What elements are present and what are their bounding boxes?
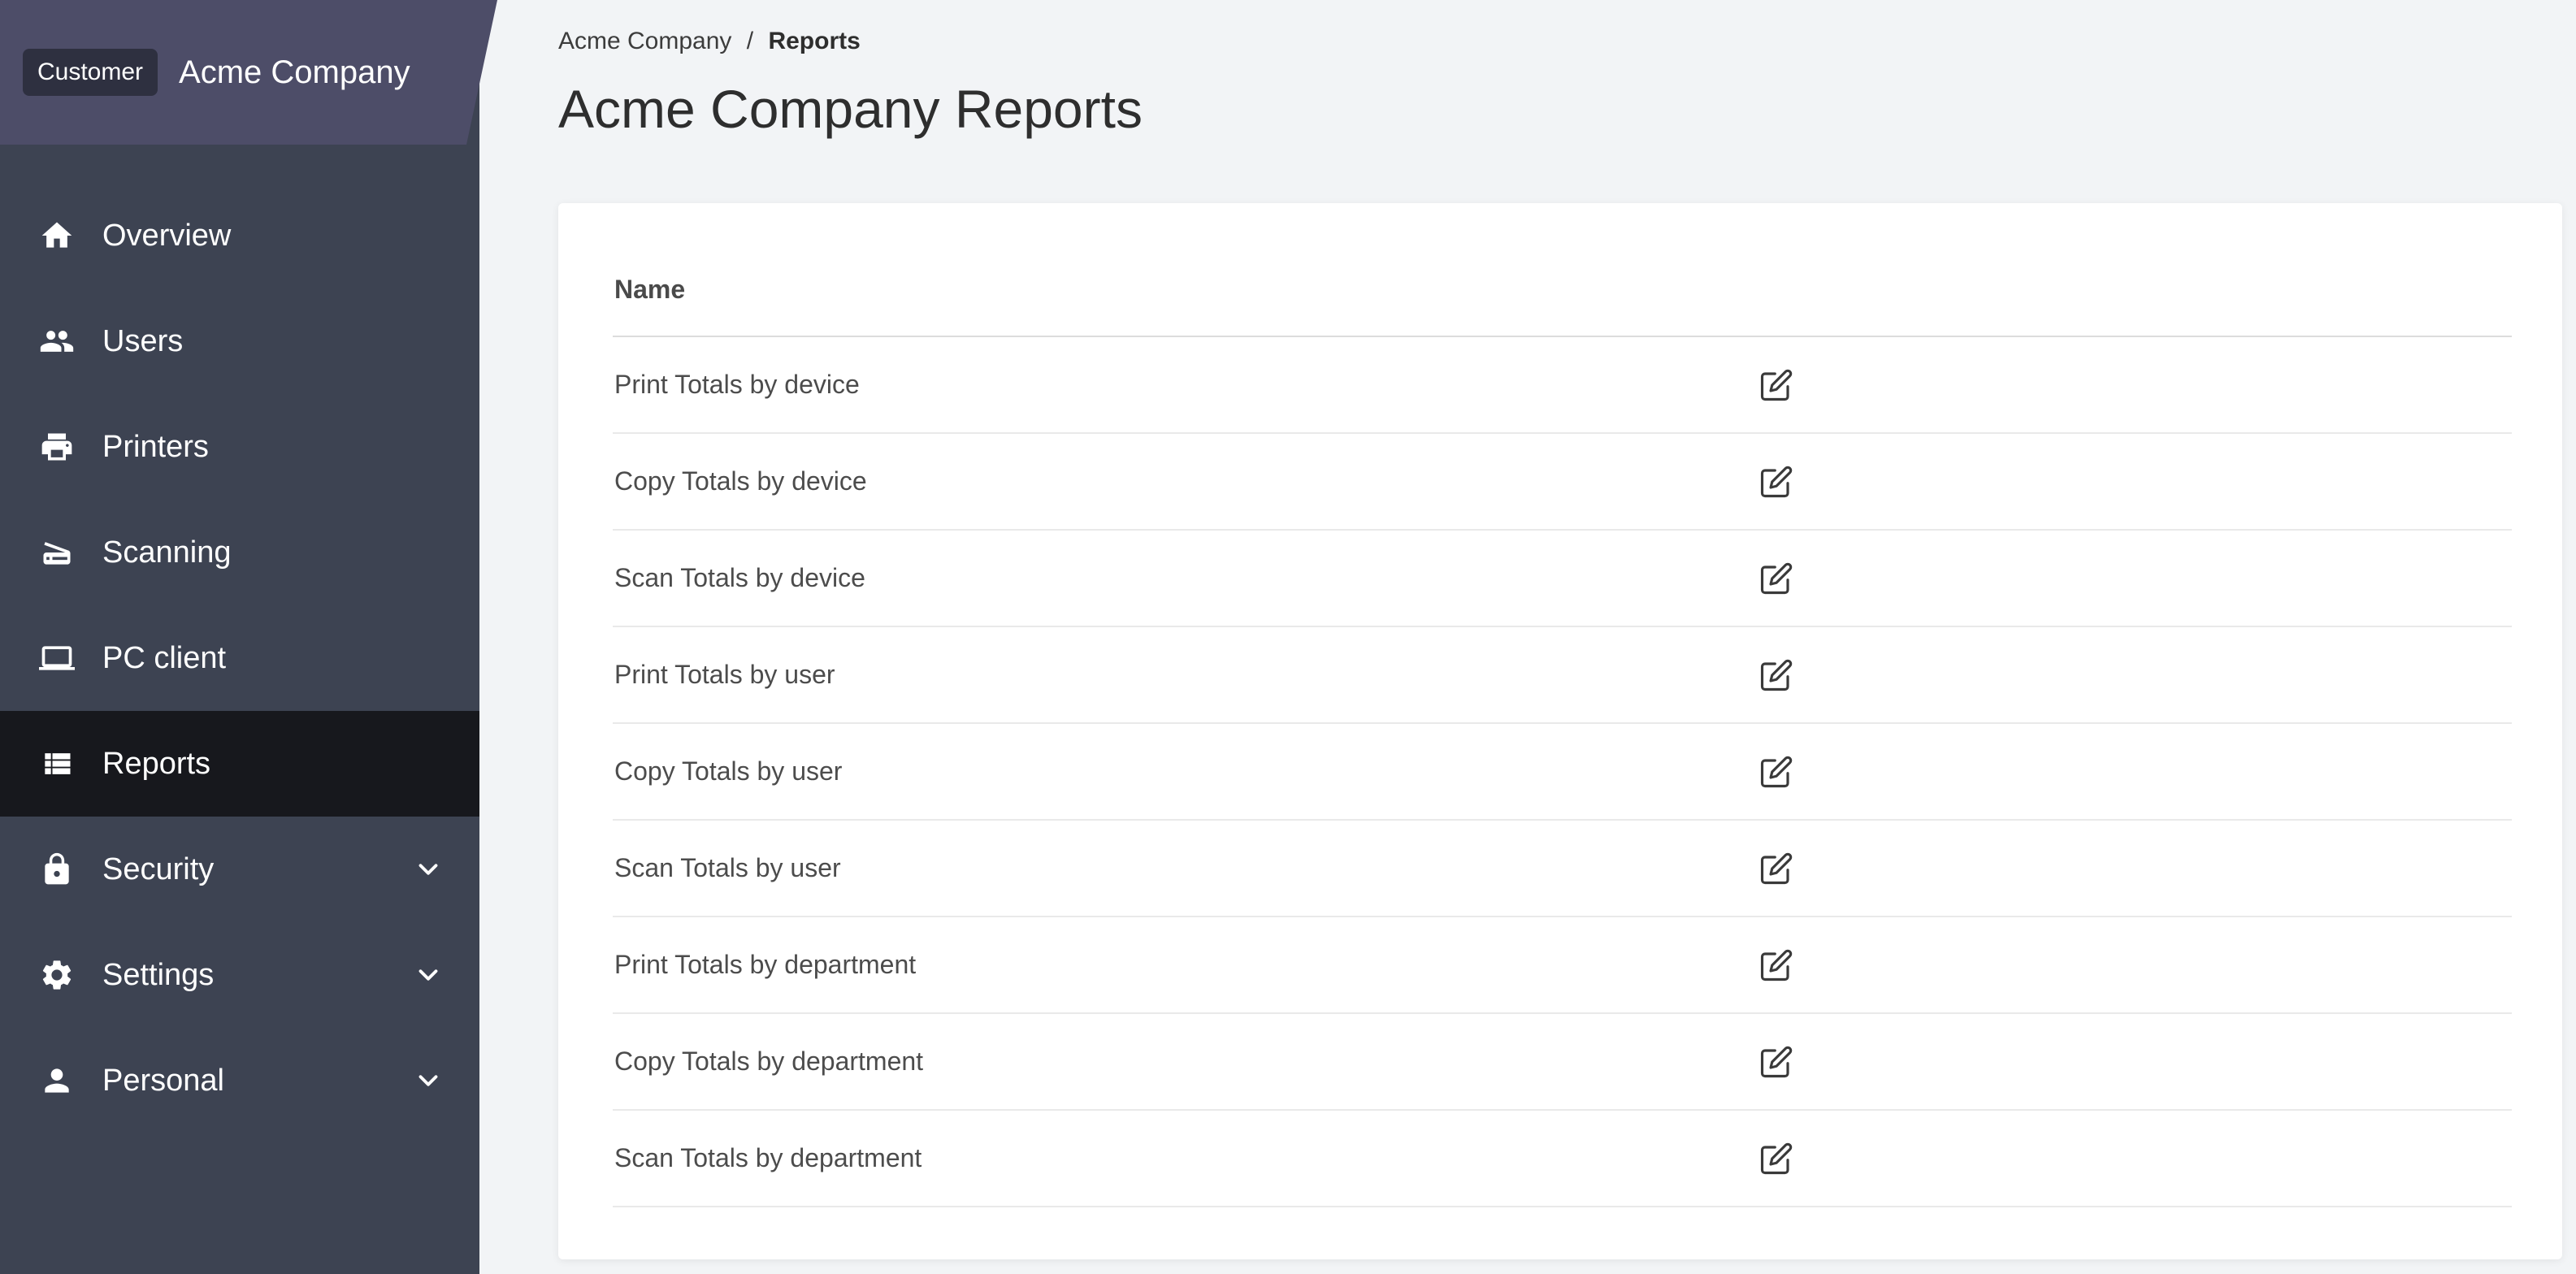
table-row: Print Totals by user (613, 627, 2512, 724)
report-name: Scan Totals by department (614, 1143, 922, 1172)
edit-report-button[interactable] (1750, 1133, 1802, 1185)
report-name: Print Totals by device (614, 370, 860, 399)
edit-icon (1760, 852, 1793, 884)
table-row: Copy Totals by device (613, 434, 2512, 531)
breadcrumb-parent-link[interactable]: Acme Company (558, 28, 731, 54)
sidebar-item-label: Settings (102, 957, 215, 992)
table-row: Print Totals by department (613, 917, 2512, 1014)
edit-report-button[interactable] (1750, 1036, 1802, 1088)
sidebar-nav: Overview Users Printers Scanning PC clie (0, 183, 479, 1133)
chevron-down-icon (413, 960, 444, 990)
report-name: Print Totals by department (614, 950, 917, 979)
breadcrumb-current: Reports (768, 28, 861, 54)
edit-report-button[interactable] (1750, 649, 1802, 701)
sidebar-item-label: PC client (102, 640, 227, 675)
edit-icon (1760, 562, 1793, 594)
sidebar-item-reports[interactable]: Reports (0, 711, 479, 817)
chevron-down-icon (413, 854, 444, 885)
edit-icon (1760, 756, 1793, 787)
table-row: Copy Totals by department (613, 1014, 2512, 1111)
edit-report-button[interactable] (1750, 359, 1802, 411)
sidebar-item-security[interactable]: Security (0, 817, 479, 922)
edit-report-button[interactable] (1750, 746, 1802, 798)
table-row: Scan Totals by device (613, 531, 2512, 627)
edit-icon (1760, 949, 1793, 981)
edit-icon (1760, 1046, 1793, 1077)
sidebar-item-personal[interactable]: Personal (0, 1028, 479, 1133)
sidebar-item-label: Users (102, 323, 184, 358)
printer-icon (39, 429, 75, 465)
sidebar-item-label: Reports (102, 746, 211, 781)
table-row: Scan Totals by department (613, 1111, 2512, 1207)
monitor-icon (39, 640, 75, 676)
breadcrumb: Acme Company / Reports (558, 28, 2562, 55)
sidebar-item-printers[interactable]: Printers (0, 394, 479, 500)
report-name: Scan Totals by device (614, 563, 865, 592)
home-icon (39, 218, 75, 254)
edit-report-button[interactable] (1750, 843, 1802, 895)
edit-icon (1760, 369, 1793, 401)
sidebar-item-pc-client[interactable]: PC client (0, 605, 479, 711)
report-name: Copy Totals by device (614, 466, 867, 496)
sidebar-item-label: Overview (102, 218, 232, 253)
sidebar-item-users[interactable]: Users (0, 288, 479, 394)
sidebar-item-overview[interactable]: Overview (0, 183, 479, 288)
reports-card: Name Print Totals by device Copy Totals … (558, 203, 2562, 1259)
chevron-down-icon (413, 1065, 444, 1096)
sidebar-header: Customer Acme Company (0, 0, 497, 145)
gear-icon (39, 957, 75, 993)
person-icon (39, 1063, 75, 1098)
lock-icon (39, 852, 75, 887)
scanner-icon (39, 535, 75, 570)
table-icon (39, 746, 75, 782)
report-name: Copy Totals by user (614, 756, 843, 786)
main-content: Acme Company / Reports Acme Company Repo… (479, 0, 2576, 1274)
table-row: Copy Totals by user (613, 724, 2512, 821)
report-name: Scan Totals by user (614, 853, 841, 882)
sidebar: Customer Acme Company Overview Users Pri… (0, 0, 479, 1274)
table-row: Scan Totals by user (613, 821, 2512, 917)
table-row: Print Totals by device (613, 337, 2512, 434)
sidebar-item-label: Security (102, 852, 215, 886)
page-title: Acme Company Reports (558, 79, 1143, 139)
sidebar-item-label: Scanning (102, 535, 232, 570)
edit-icon (1760, 466, 1793, 497)
edit-icon (1760, 659, 1793, 691)
edit-icon (1760, 1142, 1793, 1174)
edit-report-button[interactable] (1750, 456, 1802, 508)
report-name: Copy Totals by department (614, 1046, 924, 1076)
sidebar-item-label: Personal (102, 1063, 224, 1098)
report-name: Print Totals by user (614, 660, 835, 689)
customer-name: Acme Company (179, 54, 410, 90)
sidebar-item-scanning[interactable]: Scanning (0, 500, 479, 605)
sidebar-item-label: Printers (102, 429, 209, 464)
customer-badge: Customer (23, 49, 158, 96)
sidebar-item-settings[interactable]: Settings (0, 922, 479, 1028)
table-column-header-name: Name (613, 203, 2512, 337)
edit-report-button[interactable] (1750, 939, 1802, 991)
breadcrumb-separator: / (746, 28, 754, 54)
users-icon (39, 323, 75, 359)
edit-report-button[interactable] (1750, 552, 1802, 604)
